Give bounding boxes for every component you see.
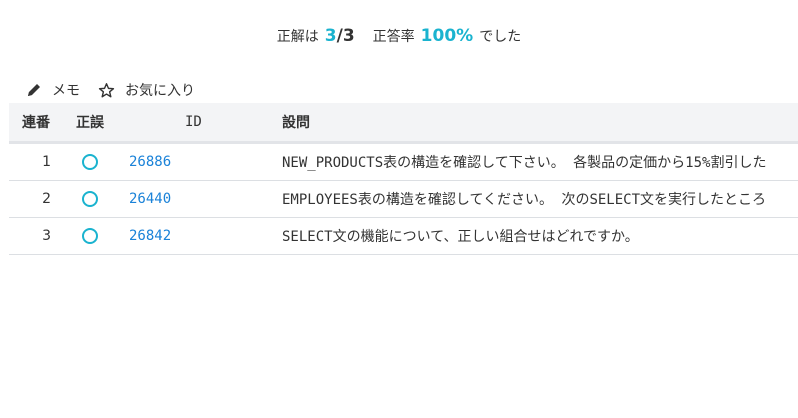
table-row: 1 26886 NEW_PRODUCTS表の構造を確認して下さい。 各製品の定価… [9,144,798,181]
memo-button[interactable]: メモ [26,80,80,100]
row-question: EMPLOYEES表の構造を確認してください。 次のSELECT文を実行したとこ… [282,192,767,208]
correct-icon [73,154,107,170]
header-question: 設問 [282,115,310,131]
action-bar: メモ お気に入り [26,80,213,100]
summary-suffix: でした [479,29,522,45]
question-id-link[interactable]: 26886 [129,154,171,170]
favorite-label: お気に入り [125,83,195,99]
correct-icon [73,191,107,207]
row-id: 26886 [129,154,219,170]
results-table: 連番 正誤 ID 設問 1 26886 NEW_PRODUCTS表の構造を確認し… [9,103,798,255]
question-id-link[interactable]: 26440 [129,191,171,207]
row-no: 1 [42,154,51,170]
correct-rate: 100% [420,26,474,46]
question-id-link[interactable]: 26842 [129,228,171,244]
total-count: /3 [336,26,355,46]
table-row: 3 26842 SELECT文の機能について、正しい組合せはどれですか。 [9,218,798,255]
header-result: 正誤 [76,115,104,131]
memo-label: メモ [52,83,80,99]
rate-label: 正答率 [372,29,415,45]
star-icon [98,82,115,97]
favorite-button[interactable]: お気に入り [98,80,195,100]
table-row: 2 26440 EMPLOYEES表の構造を確認してください。 次のSELECT… [9,181,798,218]
row-id: 26842 [129,228,219,244]
row-no: 3 [42,228,51,244]
summary-prefix: 正解は [276,29,319,45]
row-question: SELECT文の機能について、正しい組合せはどれですか。 [282,229,639,245]
row-question: NEW_PRODUCTS表の構造を確認して下さい。 各製品の定価から15%割引し… [282,155,767,171]
row-id: 26440 [129,191,219,207]
correct-icon [73,228,107,244]
pencil-icon [28,84,40,96]
row-no: 2 [42,191,51,207]
table-header: 連番 正誤 ID 設問 [9,103,798,144]
correct-count: 3 [324,26,337,46]
header-no: 連番 [22,115,50,131]
result-summary: 正解は 3 /3 正答率 100% でした [0,26,798,46]
header-id: ID [185,114,202,130]
